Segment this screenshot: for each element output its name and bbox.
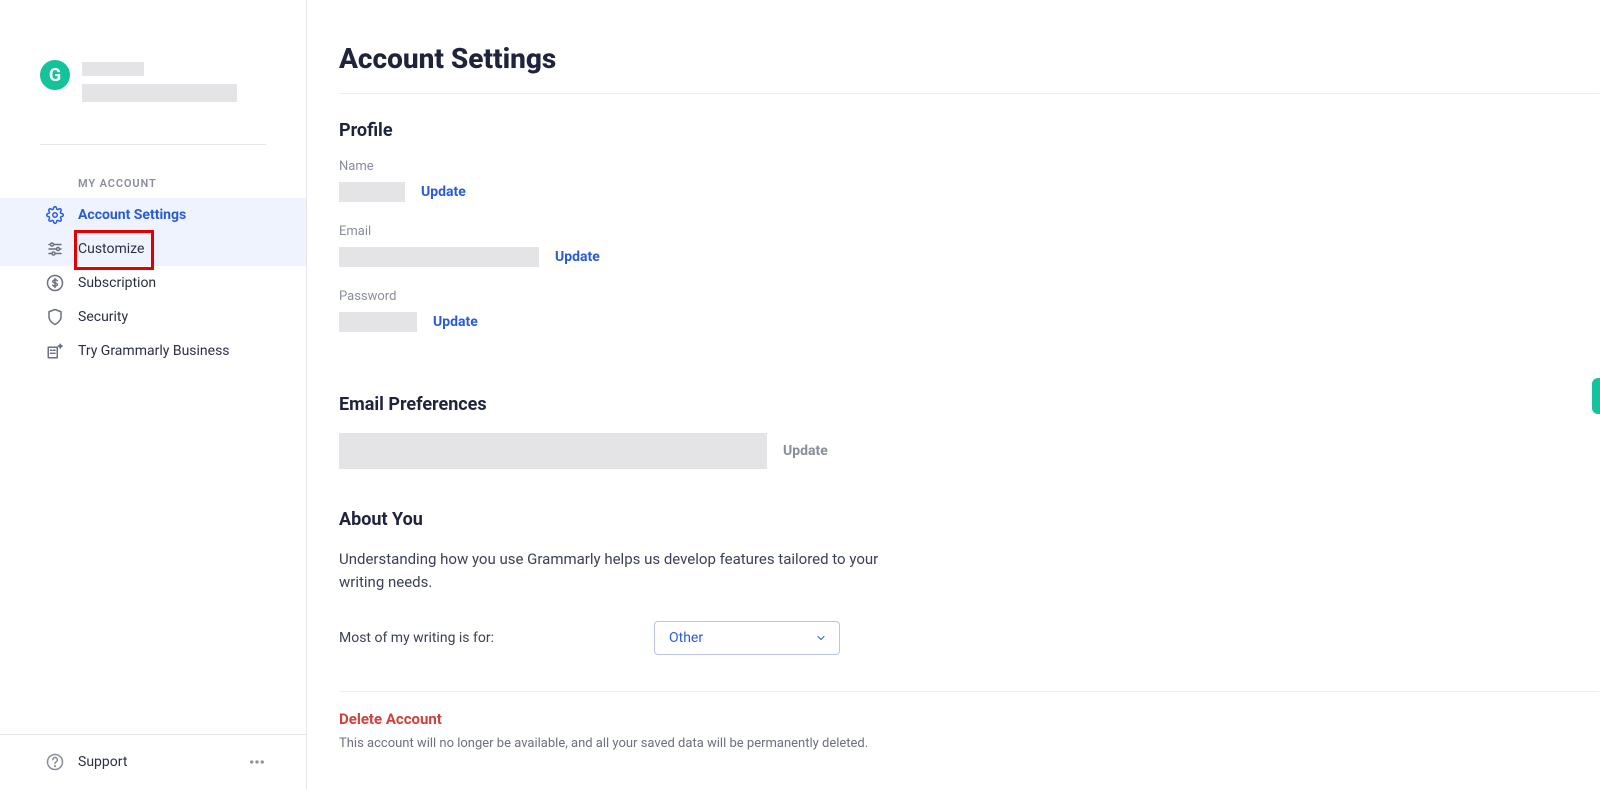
chevron-down-icon bbox=[815, 632, 827, 644]
email-label: Email bbox=[339, 224, 1600, 239]
password-value-redacted bbox=[339, 312, 417, 332]
shield-icon bbox=[46, 308, 64, 326]
sidebar-item-label: Customize bbox=[78, 241, 144, 257]
about-description: Understanding how you use Grammarly help… bbox=[339, 548, 879, 595]
password-field: Password Update bbox=[339, 289, 1600, 332]
about-heading: About You bbox=[339, 509, 1600, 530]
more-horizontal-icon[interactable] bbox=[248, 753, 266, 771]
page-title: Account Settings bbox=[339, 42, 1600, 75]
delete-account-text: This account will no longer be available… bbox=[339, 736, 1600, 751]
sidebar-item-label: Account Settings bbox=[78, 207, 186, 223]
sliders-icon bbox=[46, 240, 64, 258]
gear-icon bbox=[46, 206, 64, 224]
sidebar: G MY ACCOUNT Account Settings Customize bbox=[0, 0, 307, 789]
email-field: Email Update bbox=[339, 224, 1600, 267]
sidebar-item-label: Try Grammarly Business bbox=[78, 343, 230, 359]
sidebar-profile: G bbox=[0, 0, 306, 122]
password-label: Password bbox=[339, 289, 1600, 304]
password-update-link[interactable]: Update bbox=[433, 314, 478, 330]
sidebar-item-customize[interactable]: Customize bbox=[0, 232, 306, 266]
sidebar-item-label: Security bbox=[78, 309, 128, 325]
sidebar-item-try-business[interactable]: Try Grammarly Business bbox=[0, 334, 306, 368]
select-value: Other bbox=[669, 630, 703, 646]
profile-row: G bbox=[40, 62, 266, 102]
dollar-circle-icon bbox=[46, 274, 64, 292]
section-rule bbox=[339, 691, 1599, 692]
name-label: Name bbox=[339, 159, 1600, 174]
about-prompt: Most of my writing is for: bbox=[339, 630, 494, 646]
floating-widget-tab[interactable] bbox=[1592, 378, 1600, 414]
name-update-link[interactable]: Update bbox=[421, 184, 466, 200]
sidebar-item-subscription[interactable]: Subscription bbox=[0, 266, 306, 300]
sidebar-item-label: Subscription bbox=[78, 275, 156, 291]
main-content: Account Settings Profile Name Update Ema… bbox=[307, 0, 1600, 789]
nav-section-label: MY ACCOUNT bbox=[78, 177, 306, 190]
about-row: Most of my writing is for: Other bbox=[339, 621, 1600, 655]
writing-purpose-select[interactable]: Other bbox=[654, 621, 840, 655]
sidebar-item-security[interactable]: Security bbox=[0, 300, 306, 334]
email-prefs-update-link[interactable]: Update bbox=[783, 443, 828, 459]
title-rule bbox=[339, 93, 1599, 94]
profile-heading: Profile bbox=[339, 120, 1600, 141]
support-link[interactable]: Support bbox=[78, 754, 127, 770]
profile-text bbox=[82, 62, 237, 102]
email-prefs-heading: Email Preferences bbox=[339, 394, 1600, 415]
email-prefs-row: Update bbox=[339, 433, 1600, 469]
sidebar-separator bbox=[40, 144, 266, 145]
password-row: Update bbox=[339, 312, 1600, 332]
sidebar-footer: Support bbox=[0, 734, 306, 789]
email-row: Update bbox=[339, 247, 1600, 267]
name-value-redacted bbox=[339, 182, 405, 202]
name-field: Name Update bbox=[339, 159, 1600, 202]
name-row: Update bbox=[339, 182, 1600, 202]
delete-account-heading[interactable]: Delete Account bbox=[339, 710, 1600, 728]
sidebar-item-account-settings[interactable]: Account Settings bbox=[0, 198, 306, 232]
profile-email-redacted bbox=[82, 84, 237, 102]
brand-avatar: G bbox=[40, 60, 70, 90]
help-circle-icon bbox=[46, 753, 64, 771]
sidebar-nav: Account Settings Customize Subscription … bbox=[0, 198, 306, 368]
email-prefs-value-redacted bbox=[339, 433, 767, 469]
email-value-redacted bbox=[339, 247, 539, 267]
email-update-link[interactable]: Update bbox=[555, 249, 600, 265]
building-spark-icon bbox=[46, 342, 64, 360]
profile-name-redacted bbox=[82, 62, 144, 76]
